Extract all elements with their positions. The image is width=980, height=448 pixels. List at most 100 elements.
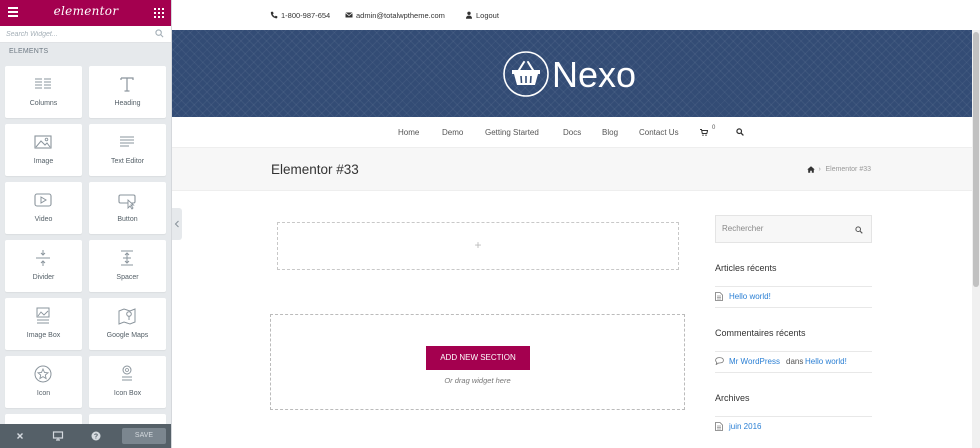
widget-spacer[interactable]: Spacer [89,240,166,292]
site-title: Nexo [552,54,637,95]
main-nav: Home Demo Getting Started Docs Blog Cont… [172,117,972,148]
cart-icon[interactable] [700,129,708,136]
search-icon[interactable] [855,226,863,234]
envelope-icon [345,12,353,18]
star-icon [34,365,52,383]
document-icon [715,292,723,301]
comment-joiner: dans [786,357,804,366]
widget-image-box[interactable]: Image Box [5,298,82,350]
widget-text-editor[interactable]: Text Editor [89,124,166,176]
search-icon [155,29,164,38]
widget-google-maps[interactable]: Google Maps [89,298,166,350]
recent-comments-title: Commentaires récents [715,328,806,338]
svg-text:?: ? [94,433,98,440]
nav-home[interactable]: Home [398,128,419,137]
widget-button[interactable]: Button [89,182,166,234]
empty-section-placeholder[interactable]: + [277,222,679,270]
comment-author-link[interactable]: Mr WordPress [729,357,780,366]
sidebar-search-input[interactable] [722,224,842,233]
elementor-panel: elementor ELEMENTS Columns Heading Image [0,0,172,448]
divider [715,372,872,373]
breadcrumb-current: Elementor #33 [825,166,871,173]
widget-label: Text Editor [110,158,145,165]
drag-widget-hint: Or drag widget here [444,376,511,385]
nav-demo[interactable]: Demo [442,128,463,137]
comment-icon [715,357,724,365]
google-maps-icon [118,308,136,325]
shopping-basket-icon [503,51,549,97]
recent-comment: Mr WordPress dans Hello world! [715,357,872,367]
spacer-icon [121,250,133,266]
page-header: Elementor #33 › Elementor #33 [172,148,972,191]
sidebar-search [715,215,872,243]
widget-columns[interactable]: Columns [5,66,82,118]
widget-heading[interactable]: Heading [89,66,166,118]
responsive-mode-icon[interactable] [52,430,64,442]
image-box-icon [36,307,50,324]
comment-post-link[interactable]: Hello world! [805,357,847,366]
document-icon [715,422,723,431]
widget-icon[interactable]: Icon [5,356,82,408]
icon-box-icon [122,365,132,381]
panel-footer: ? SAVE [0,424,171,448]
widget-label: Spacer [116,274,139,281]
widget-label: Heading [114,100,141,107]
divider-icon [36,250,50,266]
widget-icon-box[interactable]: Icon Box [89,356,166,408]
widgets-grid-icon[interactable] [154,8,164,18]
search-icon[interactable] [736,128,744,136]
panel-header: elementor [0,0,171,26]
widget-search [0,26,171,43]
add-section-dropzone[interactable]: ADD NEW SECTION Or drag widget here [270,314,685,410]
save-button[interactable]: SAVE [122,428,166,444]
archive-link[interactable]: juin 2016 [715,422,872,432]
site-preview: 1-800-987-654 admin@totalwptheme.com Log… [172,0,980,448]
elements-section-title: ELEMENTS [9,48,49,55]
widget-divider[interactable]: Divider [5,240,82,292]
email-text: admin@totalwptheme.com [356,11,445,20]
recent-post-title: Hello world! [729,292,771,301]
nav-docs[interactable]: Docs [563,128,581,137]
widget-search-input[interactable] [6,28,146,41]
recent-post-link[interactable]: Hello world! [715,292,872,302]
add-new-section-button[interactable]: ADD NEW SECTION [426,346,530,370]
text-editor-icon [120,136,134,147]
widget-label: Image [33,158,54,165]
phone-icon [270,11,278,19]
widget-image[interactable]: Image [5,124,82,176]
help-icon[interactable]: ? [90,430,102,442]
nav-blog[interactable]: Blog [602,128,618,137]
widget-video[interactable]: Video [5,182,82,234]
widget-label: Button [117,216,138,223]
user-icon [466,11,472,19]
nav-contact-us[interactable]: Contact Us [639,128,679,137]
image-icon [34,135,52,149]
video-icon [34,193,52,207]
scrollbar-thumb[interactable] [973,32,979,287]
nav-getting-started[interactable]: Getting Started [485,128,539,137]
widget-label: Google Maps [106,332,149,339]
divider [715,307,872,308]
divider [715,286,872,287]
widget-label: Image Box [26,332,61,339]
archive-month: juin 2016 [729,422,762,431]
divider [715,351,872,352]
scrollbar[interactable] [972,30,980,448]
heading-icon [120,77,134,92]
breadcrumb-separator: › [818,166,821,173]
top-bar: 1-800-987-654 admin@totalwptheme.com Log… [172,0,972,30]
close-icon[interactable] [14,430,26,442]
columns-icon [35,78,51,89]
archives-title: Archives [715,393,750,403]
screen: elementor ELEMENTS Columns Heading Image [0,0,980,448]
breadcrumb: › Elementor #33 [807,166,871,173]
widget-label: Video [34,216,53,223]
widget-label: Icon [36,390,51,397]
add-element-plus[interactable]: + [278,238,678,252]
home-icon[interactable] [807,166,816,173]
page-title: Elementor #33 [271,162,359,177]
widget-label: Icon Box [113,390,142,397]
widget-label: Divider [32,274,55,281]
logout-link: Logout [476,11,499,20]
button-icon [118,194,136,210]
